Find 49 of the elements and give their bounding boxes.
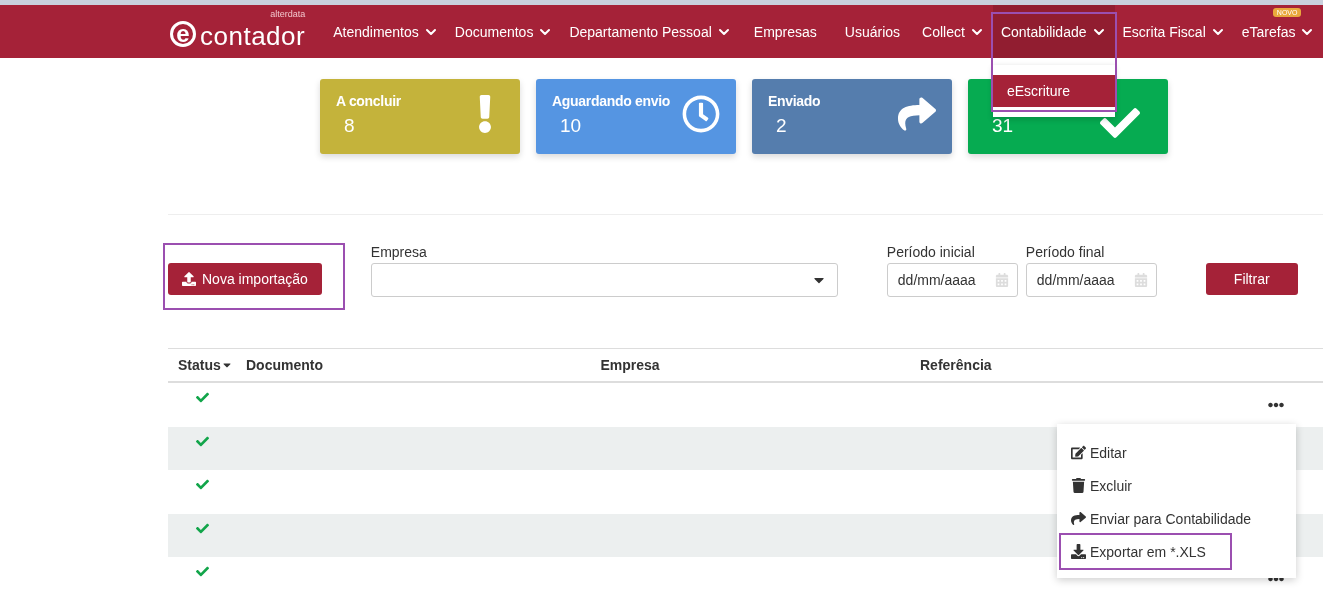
context-menu-item[interactable]: Enviar para Contabilidade: [1071, 502, 1252, 535]
download-icon: [1071, 544, 1086, 559]
column-header[interactable]: Documento: [246, 357, 323, 373]
nav-menu-item[interactable]: Documentos: [446, 20, 562, 43]
column-header[interactable]: Referência: [920, 357, 992, 373]
nav-menu-item[interactable]: Usuários: [830, 20, 915, 43]
check-icon: [195, 521, 209, 535]
nav-menu-item[interactable]: Contabilidade: [992, 5, 1115, 58]
date-input[interactable]: dd/mm/aaaa: [1025, 263, 1157, 297]
dropdown-item[interactable]: eEscriture: [992, 75, 1115, 107]
new-import-button[interactable]: Nova importação: [168, 263, 322, 295]
card-value: 2: [776, 115, 788, 137]
upload-icon: [182, 272, 196, 286]
share-arrow-icon: [1071, 511, 1086, 526]
card-title: Enviado: [768, 93, 821, 109]
date-input[interactable]: dd/mm/aaaa: [886, 263, 1018, 297]
field-label: Período inicial: [886, 244, 976, 260]
field-label: Período final: [1025, 244, 1106, 260]
check-icon: [195, 565, 209, 578]
trash-icon: [1071, 478, 1086, 493]
nav-menu-item[interactable]: Empresas: [739, 20, 831, 43]
card-value: 10: [560, 115, 583, 137]
card-title: A concluir: [336, 93, 401, 109]
card-value: 8: [344, 115, 356, 137]
check-icon: [195, 478, 209, 491]
nav-menu-item[interactable]: Collect: [914, 20, 993, 43]
context-menu-item[interactable]: Exportar em *.XLS: [1059, 533, 1232, 570]
context-menu-item[interactable]: Excluir: [1071, 469, 1132, 502]
context-menu-item[interactable]: Editar: [1071, 436, 1127, 469]
calendar-icon: [994, 273, 1009, 287]
field-label: Empresa: [370, 244, 428, 260]
clock-icon: [682, 95, 720, 133]
calendar-icon: [1133, 273, 1148, 287]
column-header[interactable]: Empresa: [600, 357, 660, 373]
check-icon: [195, 391, 209, 404]
nav-menu-item[interactable]: Escrita Fiscal: [1114, 20, 1234, 43]
nav-menu-item[interactable]: Atendimentos: [325, 20, 447, 43]
logo-mark: e: [170, 20, 196, 47]
logo-text: contador: [200, 22, 306, 49]
card-value: 31: [992, 115, 1014, 137]
nav-menu-item[interactable]: Departamento Pessoal: [561, 20, 740, 43]
column-header[interactable]: Status: [178, 357, 221, 373]
edit-icon: [1071, 445, 1086, 460]
card-title: Aguardando envio: [552, 93, 671, 109]
check-icon: [195, 434, 209, 448]
share-arrow-icon: [898, 95, 936, 133]
logo-brand-text: alterdata: [270, 8, 306, 19]
nav-menu-item[interactable]: eTarefas: [1233, 20, 1323, 43]
filter-button[interactable]: Filtrar: [1205, 263, 1298, 295]
